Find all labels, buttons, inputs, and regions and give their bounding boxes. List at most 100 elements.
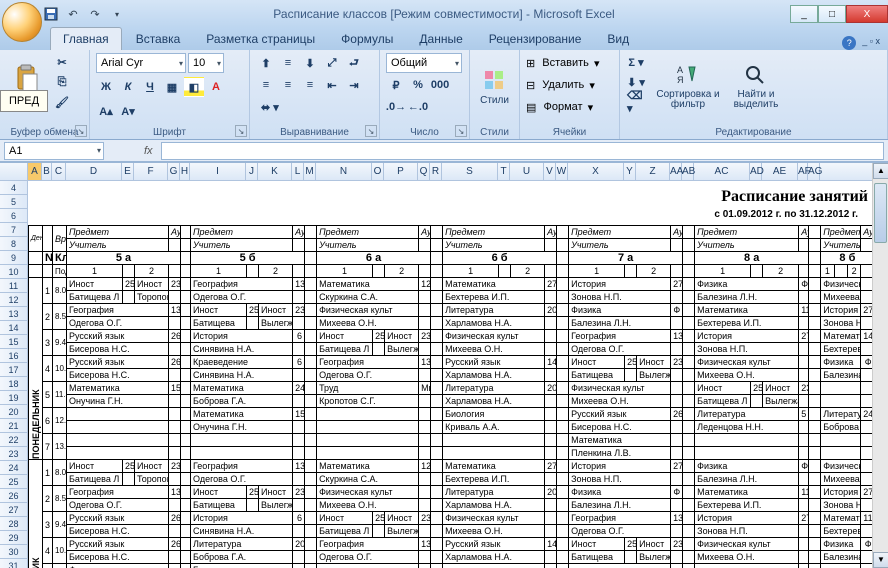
col-header-F[interactable]: F — [134, 163, 168, 180]
insert-button[interactable]: ⊞ Вставить ▾ — [526, 52, 600, 74]
row-header-24[interactable]: 24 — [0, 461, 28, 475]
row-header-9[interactable]: 9 — [0, 251, 28, 265]
row-header-26[interactable]: 26 — [0, 489, 28, 503]
sort-filter-button[interactable]: AЯ Сортировка и фильтр — [656, 52, 720, 118]
row-header-10[interactable]: 10 — [0, 265, 28, 279]
currency-icon[interactable]: ₽ — [386, 75, 406, 95]
col-header-D[interactable]: D — [66, 163, 122, 180]
col-header-AG[interactable]: AG — [808, 163, 820, 180]
font-size-combo[interactable]: 10 — [188, 53, 224, 73]
close-button[interactable]: X — [846, 5, 888, 23]
tab-view[interactable]: Вид — [595, 28, 641, 50]
font-color-button[interactable]: A — [206, 77, 226, 97]
col-header-H[interactable]: H — [180, 163, 190, 180]
undo-icon[interactable]: ↶ — [64, 5, 82, 23]
col-header-Z[interactable]: Z — [636, 163, 670, 180]
tab-review[interactable]: Рецензирование — [477, 28, 594, 50]
align-right-icon[interactable]: ≡ — [300, 75, 320, 95]
col-header-E[interactable]: E — [122, 163, 134, 180]
bold-button[interactable]: Ж — [96, 77, 116, 97]
font-launcher[interactable]: ↘ — [235, 125, 247, 137]
alignment-launcher[interactable]: ↘ — [365, 125, 377, 137]
grow-font-icon[interactable]: A▴ — [96, 101, 116, 121]
decrease-decimal-icon[interactable]: ←.0 — [408, 97, 428, 117]
row-header-16[interactable]: 16 — [0, 349, 28, 363]
autosum-icon[interactable]: Σ ▾ — [626, 52, 646, 72]
col-header-U[interactable]: U — [510, 163, 544, 180]
row-header-28[interactable]: 28 — [0, 517, 28, 531]
scroll-thumb[interactable] — [874, 183, 887, 243]
col-header-W[interactable]: W — [556, 163, 568, 180]
col-header-Y[interactable]: Y — [624, 163, 636, 180]
row-header-4[interactable]: 4 — [0, 181, 28, 195]
ribbon-minimize-icon[interactable]: _ ▫ x — [862, 36, 880, 50]
row-header-20[interactable]: 20 — [0, 405, 28, 419]
row-header-15[interactable]: 15 — [0, 335, 28, 349]
col-header-A[interactable]: A — [28, 163, 42, 180]
row-header-17[interactable]: 17 — [0, 363, 28, 377]
col-header-S[interactable]: S — [442, 163, 498, 180]
col-header-R[interactable]: R — [430, 163, 442, 180]
scroll-down-icon[interactable]: ▼ — [873, 552, 888, 568]
align-left-icon[interactable]: ≡ — [256, 75, 276, 95]
orientation-icon[interactable]: ⤢ — [322, 53, 342, 73]
format-button[interactable]: ▤ Формат ▾ — [526, 96, 593, 118]
redo-icon[interactable]: ↷ — [86, 5, 104, 23]
vertical-scrollbar[interactable]: ▲ ▼ — [872, 163, 888, 568]
col-header-L[interactable]: L — [292, 163, 304, 180]
percent-icon[interactable]: % — [408, 75, 428, 95]
name-box[interactable]: A1 — [4, 142, 104, 160]
row-header-14[interactable]: 14 — [0, 321, 28, 335]
row-header-23[interactable]: 23 — [0, 447, 28, 461]
office-button[interactable] — [2, 2, 42, 42]
row-header-5[interactable]: 5 — [0, 195, 28, 209]
minimize-button[interactable]: _ — [790, 5, 818, 23]
align-top-icon[interactable]: ⬆ — [256, 53, 276, 73]
copy-icon[interactable]: ⎘ — [52, 72, 72, 92]
cut-icon[interactable]: ✂ — [52, 52, 72, 72]
col-header-T[interactable]: T — [498, 163, 510, 180]
tab-formulas[interactable]: Формулы — [329, 28, 405, 50]
italic-button[interactable]: К — [118, 77, 138, 97]
increase-decimal-icon[interactable]: .0→ — [386, 97, 406, 117]
format-painter-icon[interactable]: 🖌 — [52, 92, 72, 112]
align-center-icon[interactable]: ≡ — [278, 75, 298, 95]
comma-icon[interactable]: 000 — [430, 75, 450, 95]
col-header-B[interactable]: B — [42, 163, 52, 180]
tab-insert[interactable]: Вставка — [124, 28, 193, 50]
row-header-8[interactable]: 8 — [0, 237, 28, 251]
col-header-AC[interactable]: AC — [694, 163, 750, 180]
fill-color-button[interactable]: ◧ — [184, 77, 204, 97]
increase-indent-icon[interactable]: ⇥ — [344, 75, 364, 95]
row-header-27[interactable]: 27 — [0, 503, 28, 517]
col-header-X[interactable]: X — [568, 163, 624, 180]
row-header-18[interactable]: 18 — [0, 377, 28, 391]
row-header-31[interactable]: 31 — [0, 559, 28, 568]
row-header-7[interactable]: 7 — [0, 223, 28, 237]
border-button[interactable]: ▦ — [162, 77, 182, 97]
number-launcher[interactable]: ↘ — [455, 125, 467, 137]
align-middle-icon[interactable]: ≡ — [278, 53, 298, 73]
row-header-29[interactable]: 29 — [0, 531, 28, 545]
col-header-C[interactable]: C — [52, 163, 66, 180]
col-header-AB[interactable]: AB — [682, 163, 694, 180]
maximize-button[interactable]: □ — [818, 5, 846, 23]
tab-page-layout[interactable]: Разметка страницы — [194, 28, 327, 50]
col-header-AE[interactable]: AE — [762, 163, 798, 180]
tab-home[interactable]: Главная — [50, 27, 122, 50]
col-header-AD[interactable]: AD — [750, 163, 762, 180]
styles-button[interactable]: Стили — [476, 52, 513, 118]
font-name-combo[interactable]: Arial Cyr — [96, 53, 186, 73]
shrink-font-icon[interactable]: A▾ — [118, 101, 138, 121]
col-header-AA[interactable]: AA — [670, 163, 682, 180]
select-all-corner[interactable] — [0, 163, 28, 180]
align-bottom-icon[interactable]: ⬇ — [300, 53, 320, 73]
col-header-M[interactable]: M — [304, 163, 316, 180]
row-header-22[interactable]: 22 — [0, 433, 28, 447]
find-select-button[interactable]: Найти и выделить — [724, 52, 788, 118]
wrap-text-icon[interactable]: ⮐ — [344, 53, 364, 73]
col-header-N[interactable]: N — [316, 163, 372, 180]
col-header-G[interactable]: G — [168, 163, 180, 180]
row-header-6[interactable]: 6 — [0, 209, 28, 223]
col-header-K[interactable]: K — [258, 163, 292, 180]
